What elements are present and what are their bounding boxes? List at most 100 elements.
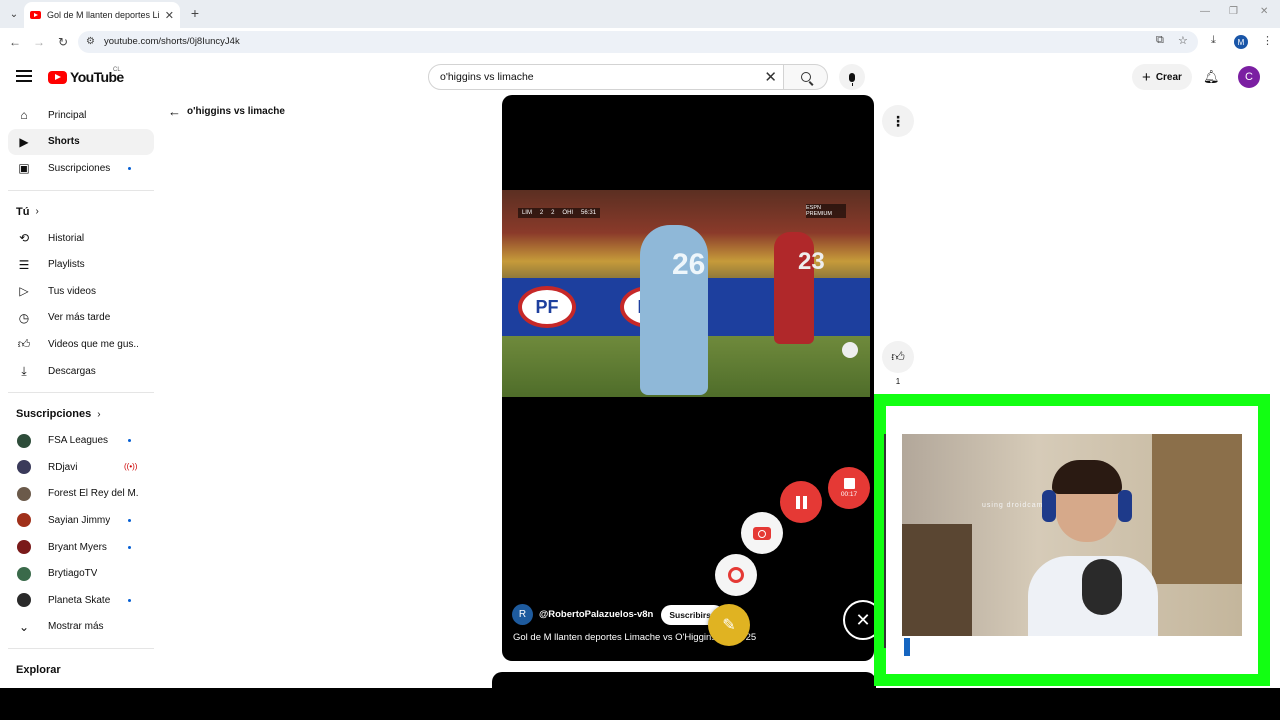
sidebar-item-label: Videos que me gus... bbox=[48, 338, 138, 350]
webcam-edge bbox=[884, 434, 886, 648]
channel-avatar[interactable]: R bbox=[512, 604, 533, 625]
sidebar-channel-fsa-leagues[interactable]: FSA Leagues bbox=[8, 427, 154, 454]
menu-icon[interactable] bbox=[16, 70, 32, 82]
subscriptions-icon: ▣ bbox=[18, 161, 30, 176]
next-short-preview[interactable] bbox=[492, 672, 876, 688]
your-videos-icon: ▷ bbox=[19, 284, 29, 299]
more-options-button[interactable]: ⋮ bbox=[882, 105, 914, 137]
chrome-menu-icon[interactable]: ⋮ bbox=[1262, 34, 1273, 47]
microphone-icon bbox=[1082, 559, 1122, 615]
tab-title: Gol de M llanten deportes Limache vs O'H… bbox=[47, 10, 159, 20]
channel-row: R @RobertoPalazuelos-v8n Suscribirse bbox=[512, 604, 724, 625]
address-bar[interactable]: ⚙ youtube.com/shorts/0j8IuncyJ4k bbox=[78, 31, 1198, 53]
new-tab-button[interactable]: + bbox=[186, 4, 204, 22]
sidebar-item-label: Shorts bbox=[48, 136, 80, 148]
bookmark-star-icon[interactable]: ☆ bbox=[1178, 34, 1188, 47]
sidebar-item-label: Forest El Rey del M... bbox=[48, 488, 138, 500]
restore-icon[interactable]: ❐ bbox=[1229, 6, 1238, 17]
sidebar-channel-rdjavi[interactable]: RDjavi ((•)) bbox=[8, 454, 154, 481]
sidebar-item-principal[interactable]: ⌂ Principal bbox=[8, 102, 154, 129]
site-info-icon[interactable]: ⚙ bbox=[86, 36, 95, 47]
sidebar-item-ver-mas-tarde[interactable]: ◷ Ver más tarde bbox=[8, 305, 154, 332]
sidebar-item-label: Descargas bbox=[48, 365, 96, 377]
sidebar-item-label: Historial bbox=[48, 232, 85, 244]
tab-close-icon[interactable]: ✕ bbox=[165, 9, 174, 22]
reload-icon[interactable]: ↻ bbox=[55, 34, 71, 50]
url-text: youtube.com/shorts/0j8IuncyJ4k bbox=[104, 36, 240, 47]
sidebar: ⌂ Principal ▶ Shorts ▣ Suscripciones Tú … bbox=[8, 102, 154, 683]
sidebar-section-you[interactable]: Tú › bbox=[8, 199, 154, 225]
broadcaster-logo: ESPN PREMIUM bbox=[806, 204, 846, 218]
download-icon[interactable]: ⤓ bbox=[1211, 34, 1216, 47]
stop-recording-button[interactable]: 00:17 bbox=[828, 467, 870, 509]
browser-tab-active[interactable]: Gol de M llanten deportes Limache vs O'H… bbox=[24, 2, 180, 28]
football bbox=[842, 342, 858, 358]
back-arrow-icon[interactable]: ← bbox=[168, 104, 181, 119]
sidebar-item-playlists[interactable]: ☰ Playlists bbox=[8, 251, 154, 278]
sidebar-channel-planeta-skate[interactable]: Planeta Skate bbox=[8, 587, 154, 614]
sidebar-item-historial[interactable]: ⟲ Historial bbox=[8, 225, 154, 252]
screenshot-button[interactable] bbox=[741, 512, 783, 554]
room-furniture bbox=[902, 524, 972, 636]
home-icon: ⌂ bbox=[20, 108, 28, 123]
country-code: CL bbox=[113, 67, 121, 73]
webcam-toggle-button[interactable] bbox=[715, 554, 757, 596]
sidebar-show-more[interactable]: ⌄ Mostrar más bbox=[8, 614, 154, 641]
sidebar-item-descargas[interactable]: ⤓ Descargas bbox=[8, 358, 154, 385]
search-query-label[interactable]: o'higgins vs limache bbox=[187, 106, 285, 117]
liked-videos-icon: 👍︎ bbox=[17, 336, 31, 351]
back-icon[interactable]: ← bbox=[7, 34, 23, 50]
create-button[interactable]: + Crear bbox=[1132, 64, 1192, 90]
sidebar-item-shorts[interactable]: ▶ Shorts bbox=[8, 128, 154, 156]
pause-icon bbox=[795, 495, 807, 509]
search-input-value: o'higgins vs limache bbox=[440, 71, 534, 83]
sidebar-channel-brytiagotv[interactable]: BrytiagoTV bbox=[8, 560, 154, 587]
webcam-bottom-bar bbox=[902, 636, 1242, 658]
home-score: 2 bbox=[539, 210, 544, 216]
minimize-icon[interactable]: — bbox=[1200, 6, 1210, 17]
sidebar-item-suscripciones[interactable]: ▣ Suscripciones bbox=[8, 155, 154, 182]
sidebar-item-label: Suscripciones bbox=[48, 162, 111, 174]
section-title: Suscripciones bbox=[16, 408, 92, 421]
channel-name[interactable]: @RobertoPalazuelos-v8n bbox=[539, 609, 653, 620]
shorts-player[interactable]: PF PF 26 23 LIM 2 2 OHI 56:31 ESPN PREMI… bbox=[502, 95, 874, 661]
clear-search-icon[interactable]: ✕ bbox=[764, 68, 777, 86]
voice-search-button[interactable] bbox=[839, 64, 865, 90]
microphone-icon bbox=[849, 72, 855, 86]
webcam-accent bbox=[904, 638, 910, 656]
channel-avatar bbox=[17, 433, 31, 448]
streamer-hair bbox=[1052, 460, 1122, 494]
search-input[interactable]: o'higgins vs limache ✕ bbox=[428, 64, 784, 90]
user-avatar[interactable]: C bbox=[1238, 66, 1260, 88]
browser-toolbar: ← → ↻ ⚙ youtube.com/shorts/0j8IuncyJ4k ⧉… bbox=[0, 28, 1280, 56]
watch-later-icon: ◷ bbox=[18, 310, 30, 325]
sidebar-channel-sayian-jimmy[interactable]: Sayian Jimmy bbox=[8, 507, 154, 534]
sidebar-item-label: Bryant Myers bbox=[48, 541, 107, 553]
forward-icon[interactable]: → bbox=[31, 34, 47, 50]
cast-icon[interactable]: ⧉ bbox=[1156, 34, 1164, 47]
channel-avatar bbox=[17, 460, 31, 475]
section-title: Tú bbox=[16, 205, 30, 218]
like-button[interactable]: 👍︎ bbox=[882, 341, 914, 373]
notifications-bell-icon[interactable]: 🔔︎ bbox=[1203, 69, 1220, 85]
search-button[interactable] bbox=[784, 64, 828, 90]
chevron-right-icon: › bbox=[97, 408, 101, 420]
ad-logo: PF bbox=[518, 286, 576, 328]
channel-avatar bbox=[17, 540, 31, 555]
sidebar-divider bbox=[8, 392, 154, 394]
shorts-icon: ▶ bbox=[19, 134, 29, 149]
sidebar-item-liked-videos[interactable]: 👍︎ Videos que me gus... bbox=[8, 331, 154, 358]
sidebar-channel-forest[interactable]: Forest El Rey del M... bbox=[8, 481, 154, 508]
draw-tool-button[interactable]: ✎ bbox=[708, 604, 750, 646]
sidebar-section-subscriptions[interactable]: Suscripciones › bbox=[8, 401, 154, 427]
sidebar-item-tus-videos[interactable]: ▷ Tus videos bbox=[8, 278, 154, 305]
tab-search-chevron-icon[interactable]: ⌄ bbox=[4, 4, 24, 24]
sidebar-divider bbox=[8, 648, 154, 650]
browser-profile-avatar[interactable]: M bbox=[1234, 35, 1248, 49]
history-icon: ⟲ bbox=[18, 231, 30, 246]
channel-avatar bbox=[17, 486, 31, 501]
pause-recording-button[interactable] bbox=[780, 481, 822, 523]
window-close-icon[interactable]: ✕ bbox=[1260, 6, 1268, 17]
sidebar-channel-bryant-myers[interactable]: Bryant Myers bbox=[8, 534, 154, 561]
scoreboard: LIM 2 2 OHI 56:31 bbox=[518, 208, 600, 218]
